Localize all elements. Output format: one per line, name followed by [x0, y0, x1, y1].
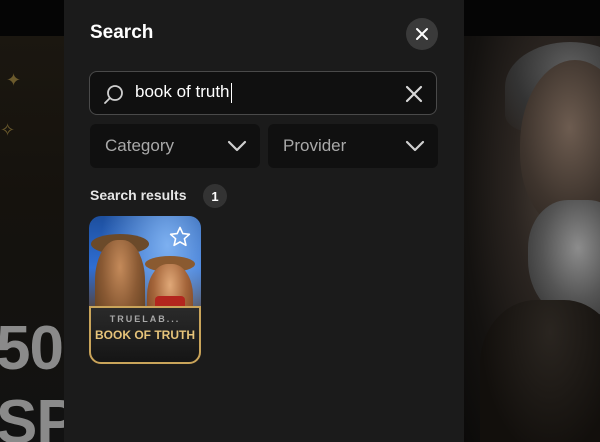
game-card-title: BOOK OF TRUTH [95, 328, 195, 342]
portrait-suit [480, 300, 600, 442]
provider-dropdown[interactable]: Provider [268, 124, 438, 168]
search-icon [104, 85, 123, 104]
sparkle-icon: ✦ [6, 70, 22, 90]
search-input-value: book of truth [135, 82, 230, 101]
provider-dropdown-label: Provider [283, 136, 347, 155]
search-results-count-badge: 1 [203, 184, 227, 208]
sparkle-icon: ✧ [0, 120, 16, 140]
search-input[interactable]: book of truth [135, 82, 232, 103]
clear-icon[interactable] [404, 84, 424, 104]
category-dropdown-label: Category [105, 136, 174, 155]
game-card-provider: TRUELAB... [109, 314, 181, 324]
game-card-label[interactable]: TRUELAB... BOOK OF TRUTH [89, 306, 201, 364]
chevron-down-icon [405, 140, 425, 152]
star-icon[interactable] [168, 225, 192, 249]
close-button[interactable] [406, 18, 438, 50]
search-results-label: Search results [90, 187, 187, 203]
text-caret [230, 82, 232, 103]
modal-title: Search [90, 22, 154, 43]
category-dropdown[interactable]: Category [90, 124, 260, 168]
chevron-down-icon [227, 140, 247, 152]
close-icon [416, 28, 428, 40]
promo-text-line1: 50 [0, 314, 64, 383]
